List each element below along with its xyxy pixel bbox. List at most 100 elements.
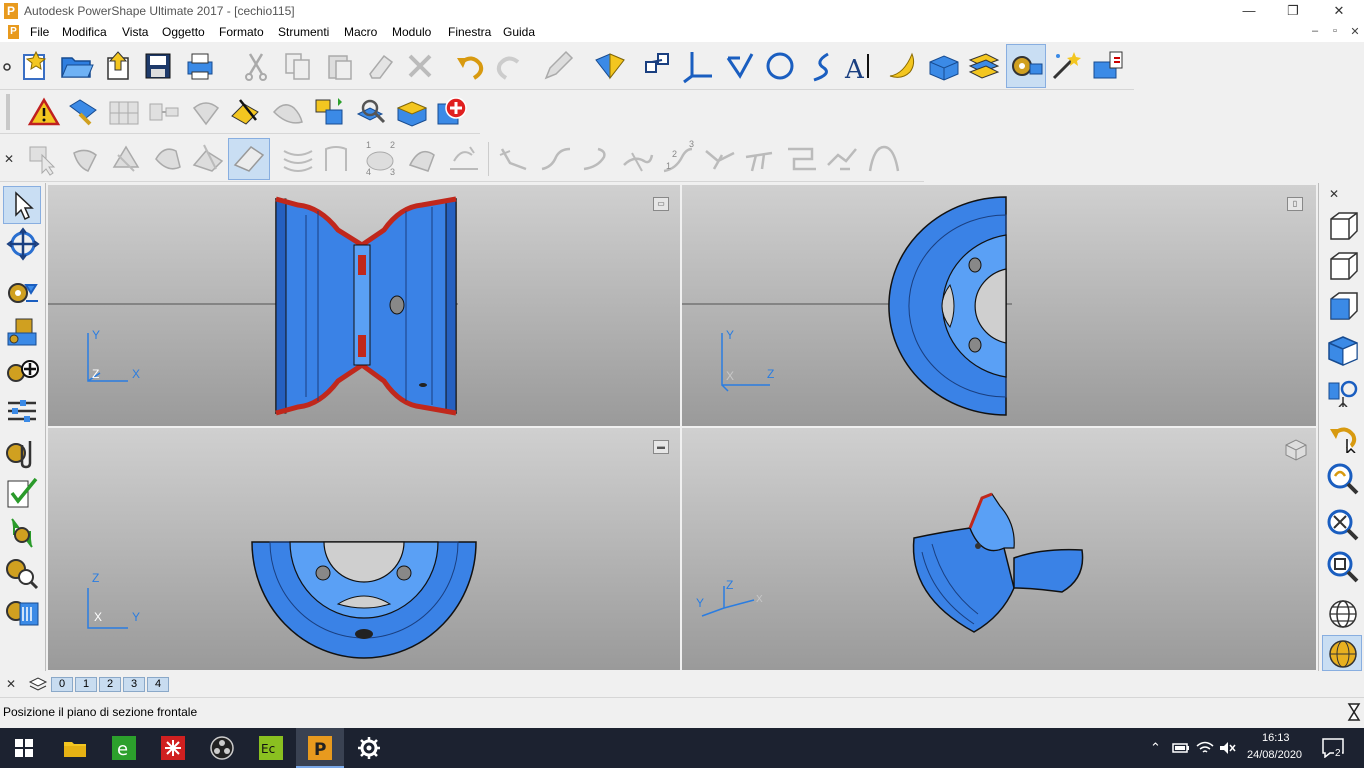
properties-icon[interactable]: [4, 395, 40, 429]
toolbar-grip[interactable]: [6, 94, 10, 130]
menu-oggetto[interactable]: Oggetto: [162, 25, 205, 39]
curve-6-icon[interactable]: [702, 141, 738, 177]
smooth-icon[interactable]: [228, 94, 264, 130]
repair-icon[interactable]: [188, 94, 224, 130]
eraser-icon[interactable]: [362, 48, 398, 84]
curve-3-icon[interactable]: [578, 141, 614, 177]
curve-icon[interactable]: [802, 48, 838, 84]
menu-finestra[interactable]: Finestra: [448, 25, 491, 39]
mdi-restore-button[interactable]: ▫: [1326, 25, 1344, 37]
arc-icon[interactable]: [762, 48, 798, 84]
ec-app-icon[interactable]: Ec: [259, 736, 283, 760]
menu-modulo[interactable]: Modulo: [392, 25, 431, 39]
blend-icon[interactable]: [270, 94, 306, 130]
curve-7-icon[interactable]: [742, 141, 778, 177]
viewport-front[interactable]: ▭ Y Z X: [48, 185, 680, 426]
layer-tab-0[interactable]: 0: [51, 677, 73, 692]
view-top-icon[interactable]: [1325, 249, 1361, 283]
select-icon[interactable]: [26, 141, 62, 177]
menu-modifica[interactable]: Modifica: [62, 25, 107, 39]
wifi-icon[interactable]: [1196, 740, 1214, 756]
menu-guida[interactable]: Guida: [503, 25, 535, 39]
copy-icon[interactable]: [280, 48, 316, 84]
viewport-iso[interactable]: Y Z X: [682, 428, 1316, 670]
mesh-2-icon[interactable]: [320, 141, 356, 177]
viewport-top[interactable]: ▬ Z X Y: [48, 428, 680, 670]
layer-tab-2[interactable]: 2: [99, 677, 121, 692]
curve-tools-icon[interactable]: [446, 141, 482, 177]
shaded-sphere-icon[interactable]: [1325, 637, 1361, 671]
point-icon[interactable]: [640, 48, 676, 84]
layer-tab-4[interactable]: 4: [147, 677, 169, 692]
layer-tab-1[interactable]: 1: [75, 677, 97, 692]
curve-4-icon[interactable]: [620, 141, 656, 177]
view-right-icon[interactable]: [1325, 289, 1361, 323]
surface-icon[interactable]: [884, 48, 920, 84]
text-icon[interactable]: A: [842, 48, 878, 85]
export-icon[interactable]: [1090, 48, 1126, 84]
view-front-icon[interactable]: [1325, 209, 1361, 243]
warning-icon[interactable]: [26, 94, 62, 130]
curve-edit-icon[interactable]: [404, 141, 440, 177]
layer-tab-3[interactable]: 3: [123, 677, 145, 692]
view-undo-icon[interactable]: [1325, 419, 1361, 453]
layers-icon[interactable]: [28, 676, 48, 692]
rotate-view-icon[interactable]: [6, 227, 40, 261]
surf-3-icon[interactable]: [150, 141, 186, 177]
search-gear-icon[interactable]: [4, 555, 40, 591]
powershape-app-icon[interactable]: P: [308, 736, 332, 760]
curve-1-icon[interactable]: [496, 141, 532, 177]
cut-icon[interactable]: [238, 48, 274, 84]
curve-2-icon[interactable]: [538, 141, 574, 177]
zoom-rotate-icon[interactable]: [1325, 461, 1361, 495]
zoom-box-icon[interactable]: [1325, 549, 1361, 583]
menu-strumenti[interactable]: Strumenti: [278, 25, 329, 39]
minimize-button[interactable]: —: [1226, 0, 1272, 22]
undo-icon[interactable]: [452, 48, 488, 84]
curve-8-icon[interactable]: [784, 141, 820, 177]
surf-2-icon[interactable]: [108, 141, 144, 177]
checklist-icon[interactable]: [4, 475, 40, 511]
viewport-right[interactable]: ▯ Y X Z: [682, 185, 1316, 426]
feature-tree-icon[interactable]: [4, 275, 40, 309]
mdi-minimize-button[interactable]: –: [1306, 25, 1324, 37]
menu-formato[interactable]: Formato: [219, 25, 264, 39]
zoom-fit-icon[interactable]: [1325, 507, 1361, 541]
settings-gear-icon[interactable]: [357, 736, 381, 760]
maximize-button[interactable]: ❐: [1270, 0, 1316, 22]
select-arrow-icon[interactable]: [6, 189, 38, 221]
wizard-icon[interactable]: [1048, 48, 1084, 84]
open-icon[interactable]: [58, 48, 94, 84]
surf-1-icon[interactable]: [68, 141, 104, 177]
import-icon[interactable]: [100, 48, 136, 84]
curve-10-icon[interactable]: [866, 141, 902, 177]
gear-add-icon[interactable]: [4, 355, 40, 389]
menu-vista[interactable]: Vista: [122, 25, 148, 39]
close-button[interactable]: ✕: [1316, 0, 1362, 22]
add-icon[interactable]: [434, 94, 470, 130]
attachment-icon[interactable]: [4, 435, 40, 471]
dimension-icon[interactable]: [146, 94, 182, 130]
view-toolbar-close-icon[interactable]: ✕: [1329, 187, 1339, 201]
paste-icon[interactable]: [322, 48, 358, 84]
curve-5-icon[interactable]: 3 2 1: [660, 139, 696, 177]
analysis-icon[interactable]: [66, 94, 102, 130]
wireframe-globe-icon[interactable]: [1325, 597, 1361, 631]
obs-studio-icon[interactable]: [210, 736, 234, 760]
menu-file[interactable]: File: [30, 25, 49, 39]
grid-icon[interactable]: [106, 94, 142, 130]
line-icon[interactable]: [722, 48, 758, 84]
mdi-close-button[interactable]: ✕: [1346, 25, 1364, 38]
inspect-icon[interactable]: [352, 94, 388, 130]
edge-browser-icon[interactable]: e: [112, 736, 136, 760]
machine-icon[interactable]: [4, 315, 40, 351]
move-gear-icon[interactable]: [4, 515, 40, 551]
file-explorer-icon[interactable]: [63, 738, 87, 758]
view-iso-icon[interactable]: [1325, 333, 1361, 367]
toolbar-close-icon[interactable]: ✕: [4, 152, 14, 166]
delete-icon[interactable]: [402, 48, 438, 84]
taskbar-clock-date[interactable]: 24/08/2020: [1247, 749, 1302, 761]
fillet-icon[interactable]: [231, 141, 267, 177]
feature-icon[interactable]: [1008, 48, 1044, 84]
solid-icon[interactable]: [926, 48, 962, 84]
